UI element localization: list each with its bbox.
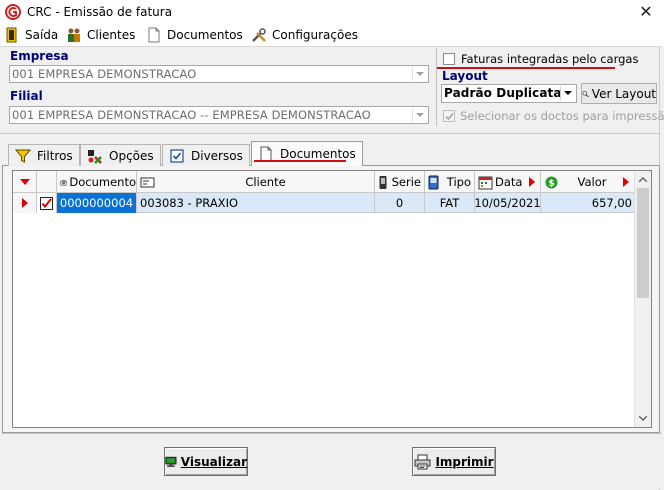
scrollbar-thumb[interactable] — [637, 188, 649, 298]
cell-data[interactable]: 10/05/2021 — [474, 193, 541, 213]
scroll-down-icon[interactable] — [635, 410, 651, 426]
cell-cliente[interactable]: 003083 - PRAXIO — [137, 193, 375, 213]
grid-header: Documento Cliente Serie Tipo Data $ Valo… — [13, 171, 635, 193]
group-divider — [436, 48, 437, 126]
tab-label: Opções — [109, 148, 154, 163]
monitor-icon — [165, 456, 177, 467]
table-row[interactable]: 0000000004 003083 - PRAXIO 0 FAT 10/05/2… — [13, 193, 635, 213]
checked-box-icon — [40, 196, 53, 210]
imprimir-label: Imprimir — [435, 454, 494, 469]
phone-document-icon — [60, 179, 68, 185]
calendar-icon — [478, 176, 493, 189]
device-icon — [428, 175, 439, 189]
title-bar: CRC - Emissão de fatura ✕ — [0, 0, 664, 24]
chevron-down-icon[interactable] — [412, 67, 427, 81]
column-header-data[interactable]: Data — [475, 171, 541, 193]
checkmark-icon — [445, 112, 454, 121]
layout-label: Layout — [442, 69, 488, 83]
people-icon — [68, 28, 80, 42]
menu-item-documentos[interactable]: Documentos — [146, 26, 243, 44]
scroll-up-icon[interactable] — [635, 171, 651, 187]
vertical-scrollbar[interactable] — [634, 171, 651, 427]
cell-documento[interactable]: 0000000004 — [57, 193, 137, 213]
window-title: CRC - Emissão de fatura — [27, 5, 173, 19]
menu-item-clientes[interactable]: Clientes — [66, 26, 135, 44]
faturas-integradas-checkbox[interactable] — [443, 53, 455, 65]
menu-item-label: Configurações — [272, 28, 358, 42]
sort-right-icon — [529, 177, 536, 187]
magnifier-icon — [582, 90, 589, 97]
checkbox-icon — [170, 148, 184, 163]
imprimir-button[interactable]: Imprimir — [412, 447, 496, 476]
cell-serie[interactable]: 0 — [375, 193, 425, 213]
sort-right-icon — [623, 177, 629, 187]
separator — [0, 133, 660, 134]
filial-label: Filial — [10, 89, 43, 103]
row-indicator — [13, 193, 37, 213]
selecionar-doctos-checkbox[interactable] — [443, 110, 455, 122]
close-button[interactable]: ✕ — [636, 2, 656, 22]
empresa-value: 001 EMPRESA DEMONSTRACAO — [12, 67, 197, 81]
ver-layout-label: Ver Layout — [591, 86, 656, 101]
cell-valor[interactable]: 657,00 — [541, 193, 635, 213]
chevron-down-icon[interactable] — [412, 108, 427, 122]
sort-indicator[interactable] — [13, 171, 37, 193]
door-exit-icon — [6, 27, 17, 43]
menu-item-configuracoes[interactable]: Configurações — [251, 26, 358, 44]
filial-value: 001 EMPRESA DEMONSTRACAO -- EMPRESA DEMO… — [12, 108, 371, 122]
documents-grid[interactable]: Documento Cliente Serie Tipo Data $ Valo… — [12, 170, 652, 428]
app-logo-icon — [5, 4, 21, 20]
tab-diversos[interactable]: Diversos — [162, 144, 250, 166]
menu-bar: Saída Clientes Documentos Configurações — [0, 24, 664, 46]
layout-combo[interactable]: Padrão Duplicata — [441, 84, 577, 103]
options-icon — [88, 149, 102, 164]
row-select-checkbox[interactable] — [37, 193, 57, 213]
funnel-icon — [15, 149, 31, 163]
svg-text:$: $ — [548, 179, 554, 189]
menu-item-saida[interactable]: Saída — [4, 26, 58, 44]
tab-opcoes[interactable]: Opções — [80, 144, 161, 166]
tab-label: Diversos — [191, 148, 243, 163]
menu-item-label: Clientes — [87, 28, 136, 42]
tab-filtros[interactable]: Filtros — [8, 144, 80, 166]
column-header-documento[interactable]: Documento — [57, 171, 137, 193]
empresa-combo[interactable]: 001 EMPRESA DEMONSTRACAO — [9, 65, 429, 83]
tab-label: Filtros — [37, 148, 73, 163]
column-header-serie[interactable]: Serie — [375, 171, 425, 193]
column-header-valor[interactable]: $ Valor — [541, 171, 635, 193]
column-header-tipo[interactable]: Tipo — [425, 171, 475, 193]
empresa-label: Empresa — [10, 49, 69, 63]
visualizar-label: Visualizar — [180, 454, 247, 469]
faturas-integradas-label: Faturas integradas pelo cargas — [461, 52, 639, 66]
document-icon — [148, 27, 160, 43]
menu-item-label: Documentos — [167, 28, 243, 42]
bottom-bar — [2, 433, 662, 489]
selecionar-doctos-label: Selecionar os doctos para impressão — [460, 109, 664, 123]
cell-tipo[interactable]: FAT — [425, 193, 475, 213]
select-column-header[interactable] — [37, 171, 57, 193]
column-header-cliente[interactable]: Cliente — [137, 171, 375, 193]
layout-value: Padrão Duplicata — [444, 86, 562, 100]
tab-label: Documentos — [280, 147, 356, 161]
mobile-icon — [379, 175, 387, 189]
current-row-icon — [21, 198, 28, 208]
money-icon: $ — [545, 176, 558, 189]
chevron-down-icon[interactable] — [560, 86, 575, 100]
filial-combo[interactable]: 001 EMPRESA DEMONSTRACAO -- EMPRESA DEMO… — [9, 106, 429, 124]
menu-item-label: Saída — [25, 28, 59, 42]
visualizar-button[interactable]: Visualizar — [164, 447, 248, 476]
red-underline-annotation — [254, 160, 346, 162]
id-card-icon — [140, 177, 155, 187]
tab-documentos[interactable]: Documentos — [251, 141, 363, 166]
printer-icon — [414, 454, 431, 469]
ver-layout-button[interactable]: Ver Layout — [581, 83, 657, 104]
sort-down-icon — [19, 179, 30, 185]
tools-icon — [252, 28, 266, 42]
